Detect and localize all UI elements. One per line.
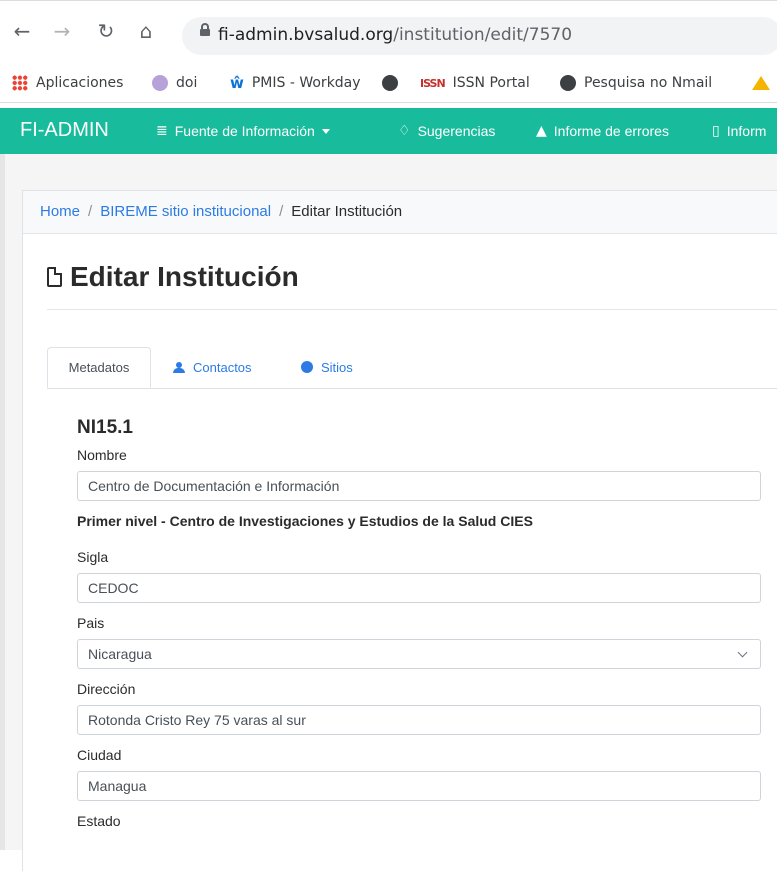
app-navbar: FI-ADMIN ≣ Fuente de Información ♢ Suger… <box>0 108 777 154</box>
apps-grid-icon <box>12 75 28 91</box>
nombre-label: Nombre <box>77 447 127 463</box>
globe-icon <box>560 75 576 91</box>
estado-label: Estado <box>77 813 121 829</box>
breadcrumb-parent[interactable]: BIREME sitio institucional <box>100 203 271 220</box>
tab-label: Sitios <box>321 359 353 375</box>
bookmark-label: doi <box>176 75 198 91</box>
breadcrumb-separator: / <box>279 203 284 220</box>
title-divider <box>47 309 777 310</box>
bookmark-doi[interactable]: doi <box>152 72 197 94</box>
url-host: fi-admin.bvsalud.org <box>218 25 394 45</box>
reload-icon[interactable]: ↻ <box>94 19 118 43</box>
institution-code: NI15.1 <box>77 417 133 438</box>
content-panel: Home / BIREME sitio institucional / Editar I… <box>22 190 777 871</box>
pais-select[interactable]: Nicaragua <box>77 639 761 669</box>
ciudad-label: Ciudad <box>77 747 122 763</box>
bookmark-pmis[interactable]: ŵ PMIS - Workday <box>230 72 361 94</box>
breadcrumb-bar: Home / BIREME sitio institucional / Editar I… <box>23 191 777 234</box>
lock-icon <box>200 23 210 36</box>
nav-label: Fuente de Información <box>174 123 315 139</box>
bookmark-label: Aplicaciones <box>36 75 124 91</box>
bookmark-globe[interactable] <box>382 72 406 94</box>
url-text[interactable]: fi-admin.bvsalud.org/institution/edit/75… <box>218 25 572 45</box>
bookmark-label: ISSN Portal <box>452 75 530 91</box>
warning-icon: ▲ <box>536 123 547 139</box>
nav-label: Informe de errores <box>553 123 669 139</box>
home-icon[interactable]: ⌂ <box>134 19 158 43</box>
sigla-input[interactable]: CEDOC <box>77 573 761 603</box>
back-arrow-icon[interactable]: ← <box>10 19 34 43</box>
breadcrumb-home[interactable]: Home <box>40 203 80 220</box>
tab-metadatos[interactable]: Metadatos <box>47 347 151 388</box>
workday-icon: ŵ <box>230 74 244 92</box>
tab-label: Metadatos <box>68 360 130 375</box>
issn-icon: ISSN <box>420 76 446 90</box>
nav-informe-errores[interactable]: ▲ Informe de errores <box>536 123 669 139</box>
nav-informes[interactable]: ▯ Inform <box>712 123 766 139</box>
nav-sugerencias[interactable]: ♢ Sugerencias <box>398 123 495 139</box>
bookmarks-bar: Aplicaciones doi ŵ PMIS - Workday ISSN I… <box>0 62 777 103</box>
page-title: Editar Institución <box>47 261 299 293</box>
bookmark-label: PMIS - Workday <box>251 75 361 91</box>
nav-label: Sugerencias <box>417 123 496 139</box>
page-edge <box>0 154 5 850</box>
nav-label: Inform <box>726 123 767 139</box>
thumbs-up-icon: ♢ <box>398 123 411 139</box>
browser-toolbar: ← → ↻ ⌂ fi-admin.bvsalud.org/institution… <box>0 0 777 59</box>
bookmark-apps[interactable]: Aplicaciones <box>12 72 123 94</box>
pais-label: Pais <box>77 615 105 631</box>
doi-icon <box>152 75 168 91</box>
drive-icon <box>752 76 770 90</box>
bookmark-issn[interactable]: ISSN ISSN Portal <box>420 72 530 94</box>
chevron-down-icon <box>737 647 748 658</box>
tab-bar: Metadatos Contactos Sitios <box>47 347 777 389</box>
list-icon: ≣ <box>156 123 168 139</box>
forward-arrow-icon[interactable]: → <box>50 19 74 43</box>
bookmark-label: Pesquisa no Nmail <box>584 75 713 91</box>
brand-logo[interactable]: FI-ADMIN <box>20 119 109 142</box>
breadcrumb: Home / BIREME sitio institucional / Editar I… <box>40 203 402 220</box>
user-icon <box>173 361 185 373</box>
pais-selected-value: Nicaragua <box>88 646 152 662</box>
direccion-input[interactable]: Rotonda Cristo Rey 75 varas al sur <box>77 705 761 735</box>
nombre-input[interactable]: Centro de Documentación e Información <box>77 471 761 501</box>
nav-fuente-informacion[interactable]: ≣ Fuente de Información <box>156 123 330 139</box>
direccion-label: Dirección <box>77 681 136 697</box>
globe-icon <box>301 361 313 373</box>
ciudad-input[interactable]: Managua <box>77 771 761 801</box>
breadcrumb-separator: / <box>88 203 93 220</box>
url-path: /institution/edit/7570 <box>393 25 573 45</box>
sigla-label: Sigla <box>77 549 109 565</box>
document-icon: ▯ <box>712 123 720 139</box>
globe-icon <box>382 75 398 91</box>
tab-label: Contactos <box>193 359 252 375</box>
page-title-text: Editar Institución <box>70 261 299 292</box>
primer-nivel-text: Primer nivel - Centro de Investigaciones… <box>77 513 533 529</box>
breadcrumb-current: Editar Institución <box>291 203 403 220</box>
tab-contactos[interactable]: Contactos <box>173 347 252 387</box>
document-icon <box>47 267 62 287</box>
tab-sitios[interactable]: Sitios <box>301 347 353 387</box>
caret-down-icon <box>321 128 330 134</box>
bookmark-drive[interactable] <box>752 72 777 94</box>
bookmark-pesquisa[interactable]: Pesquisa no Nmail <box>560 72 712 94</box>
